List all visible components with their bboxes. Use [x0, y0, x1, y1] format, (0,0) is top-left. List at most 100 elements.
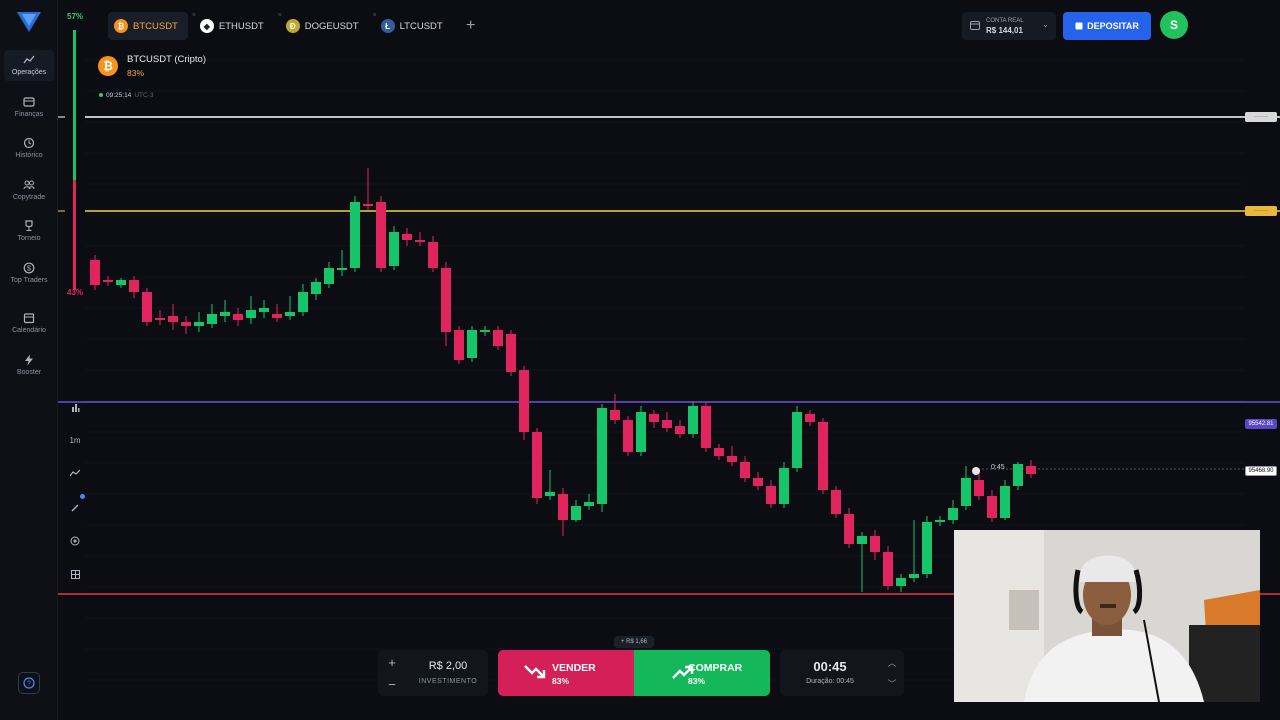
grid-icon — [70, 569, 80, 579]
white-line-price-label: ······· — [1245, 112, 1277, 122]
webcam-person-image — [954, 530, 1260, 702]
wallet-icon — [1075, 22, 1083, 30]
buy-button[interactable]: COMPRAR 83% — [634, 650, 770, 696]
candle — [129, 280, 139, 292]
candle — [558, 494, 568, 520]
candle — [103, 280, 113, 282]
candle — [714, 448, 724, 456]
dollar-coin-icon: $ — [23, 262, 35, 274]
indicators-button[interactable] — [64, 396, 86, 418]
current-price-label: 95468.90 — [1245, 466, 1277, 476]
asset-payout: 83% — [127, 68, 145, 78]
candle — [506, 334, 516, 372]
yellow-line-price-label: ······· — [1245, 206, 1277, 216]
timeframe-button[interactable]: 1m — [64, 429, 86, 451]
candle — [428, 242, 438, 268]
notification-dot-icon — [80, 494, 85, 499]
plus-icon: + — [388, 654, 396, 670]
increase-investment-button[interactable]: + — [382, 652, 402, 672]
sidebar-item-copytrade[interactable]: Copytrade — [4, 175, 54, 206]
purple-line-price-label: 95542.81 — [1245, 419, 1277, 429]
settings-button[interactable] — [64, 530, 86, 552]
add-tab-button[interactable]: + — [459, 12, 483, 40]
investment-amount[interactable]: R$ 2,00 — [408, 660, 488, 672]
candle — [155, 318, 165, 320]
buy-payout: 83% — [688, 676, 706, 686]
sell-label: VENDER — [552, 662, 596, 674]
duration-time[interactable]: 00:45 — [780, 659, 880, 674]
clock-time: 09:25:14 — [106, 92, 132, 99]
candle — [584, 502, 594, 506]
close-tab-icon[interactable]: × — [192, 12, 196, 19]
layout-button[interactable] — [64, 563, 86, 585]
candle — [233, 314, 243, 320]
candle — [896, 578, 906, 586]
logo-icon — [17, 12, 41, 32]
deposit-label: DEPOSITAR — [1087, 21, 1139, 31]
tab-label: ETHUSDT — [218, 20, 264, 32]
bar-chart-icon — [71, 403, 79, 412]
ethereum-icon: ◆ — [199, 19, 214, 33]
tab-dogeusdt[interactable]: × Ð DOGEUSDT — [278, 12, 369, 40]
drawing-tools-button[interactable] — [64, 494, 86, 518]
sidebar-item-top-traders[interactable]: $ Top Traders — [4, 258, 54, 289]
sidebar-item-booster[interactable]: Booster — [4, 350, 54, 381]
sidebar-item-finan-as[interactable]: Finanças — [4, 92, 54, 123]
candle — [142, 292, 152, 322]
tab-label: BTCUSDT — [133, 20, 178, 32]
deposit-button[interactable]: DEPOSITAR — [1063, 12, 1151, 40]
candle — [454, 330, 464, 360]
sidebar-item-label: Histórico — [15, 152, 43, 159]
decrease-duration-button[interactable]: ﹀ — [884, 674, 900, 692]
sidebar-item-opera-es[interactable]: Operações — [4, 50, 54, 81]
candle — [935, 520, 945, 522]
candle — [974, 480, 984, 496]
candle — [324, 268, 334, 284]
sidebar-item-label: Top Traders — [10, 277, 48, 284]
wallet-icon — [23, 97, 35, 107]
candle — [1000, 486, 1010, 518]
chevron-down-icon: ⌄ — [1042, 20, 1049, 29]
sentiment-bar-up — [73, 30, 76, 180]
candle — [922, 522, 932, 574]
candle — [1026, 466, 1036, 474]
asset-tabs: ₿ BTCUSDT × ◆ ETHUSDT × Ð DOGEUSDT × Ł L… — [108, 12, 483, 40]
trading-app: Operações Finanças Histórico Copytrade Torne… — [0, 0, 1280, 720]
candle — [844, 514, 854, 544]
increase-duration-button[interactable]: ︿ — [884, 653, 900, 671]
close-tab-icon[interactable]: × — [278, 12, 282, 19]
wallet-icon — [970, 21, 980, 30]
sell-button[interactable]: VENDER 83% — [498, 650, 634, 696]
tab-label: DOGEUSDT — [304, 20, 359, 32]
candle — [857, 536, 867, 544]
candle — [181, 322, 191, 326]
help-icon: ? — [23, 677, 35, 689]
candle — [480, 330, 490, 332]
calendar-icon — [23, 313, 35, 324]
avatar[interactable]: S — [1160, 11, 1188, 39]
candle — [805, 414, 815, 422]
tab-ethusdt[interactable]: × ◆ ETHUSDT — [192, 12, 274, 40]
history-icon — [23, 137, 35, 149]
chart-type-button[interactable] — [64, 462, 86, 484]
sidebar-item-hist-rico[interactable]: Histórico — [4, 133, 54, 164]
help-button[interactable]: ? — [18, 672, 40, 694]
sidebar-item-label: Finanças — [14, 111, 44, 118]
chart-line-icon — [23, 55, 35, 64]
tab-btcusdt[interactable]: ₿ BTCUSDT — [108, 12, 188, 40]
candle — [194, 322, 204, 326]
sidebar-item-torneio[interactable]: Torneio — [4, 216, 54, 247]
candle — [948, 508, 958, 520]
account-selector[interactable]: CONTA REAL R$ 144,01 ⌄ — [962, 12, 1056, 40]
trophy-icon — [25, 220, 33, 231]
candle — [987, 496, 997, 518]
tab-ltcusdt[interactable]: × Ł LTCUSDT — [373, 12, 453, 40]
left-nav: Operações Finanças Histórico Copytrade Torne… — [0, 0, 58, 720]
account-balance: R$ 144,01 — [986, 26, 1023, 35]
decrease-investment-button[interactable]: − — [382, 674, 402, 694]
close-tab-icon[interactable]: × — [373, 12, 377, 19]
horizontal-lines — [0, 116, 1280, 595]
candle — [818, 422, 828, 490]
sidebar-item-calend-rio[interactable]: Calendário — [4, 308, 54, 339]
candle — [116, 280, 126, 285]
